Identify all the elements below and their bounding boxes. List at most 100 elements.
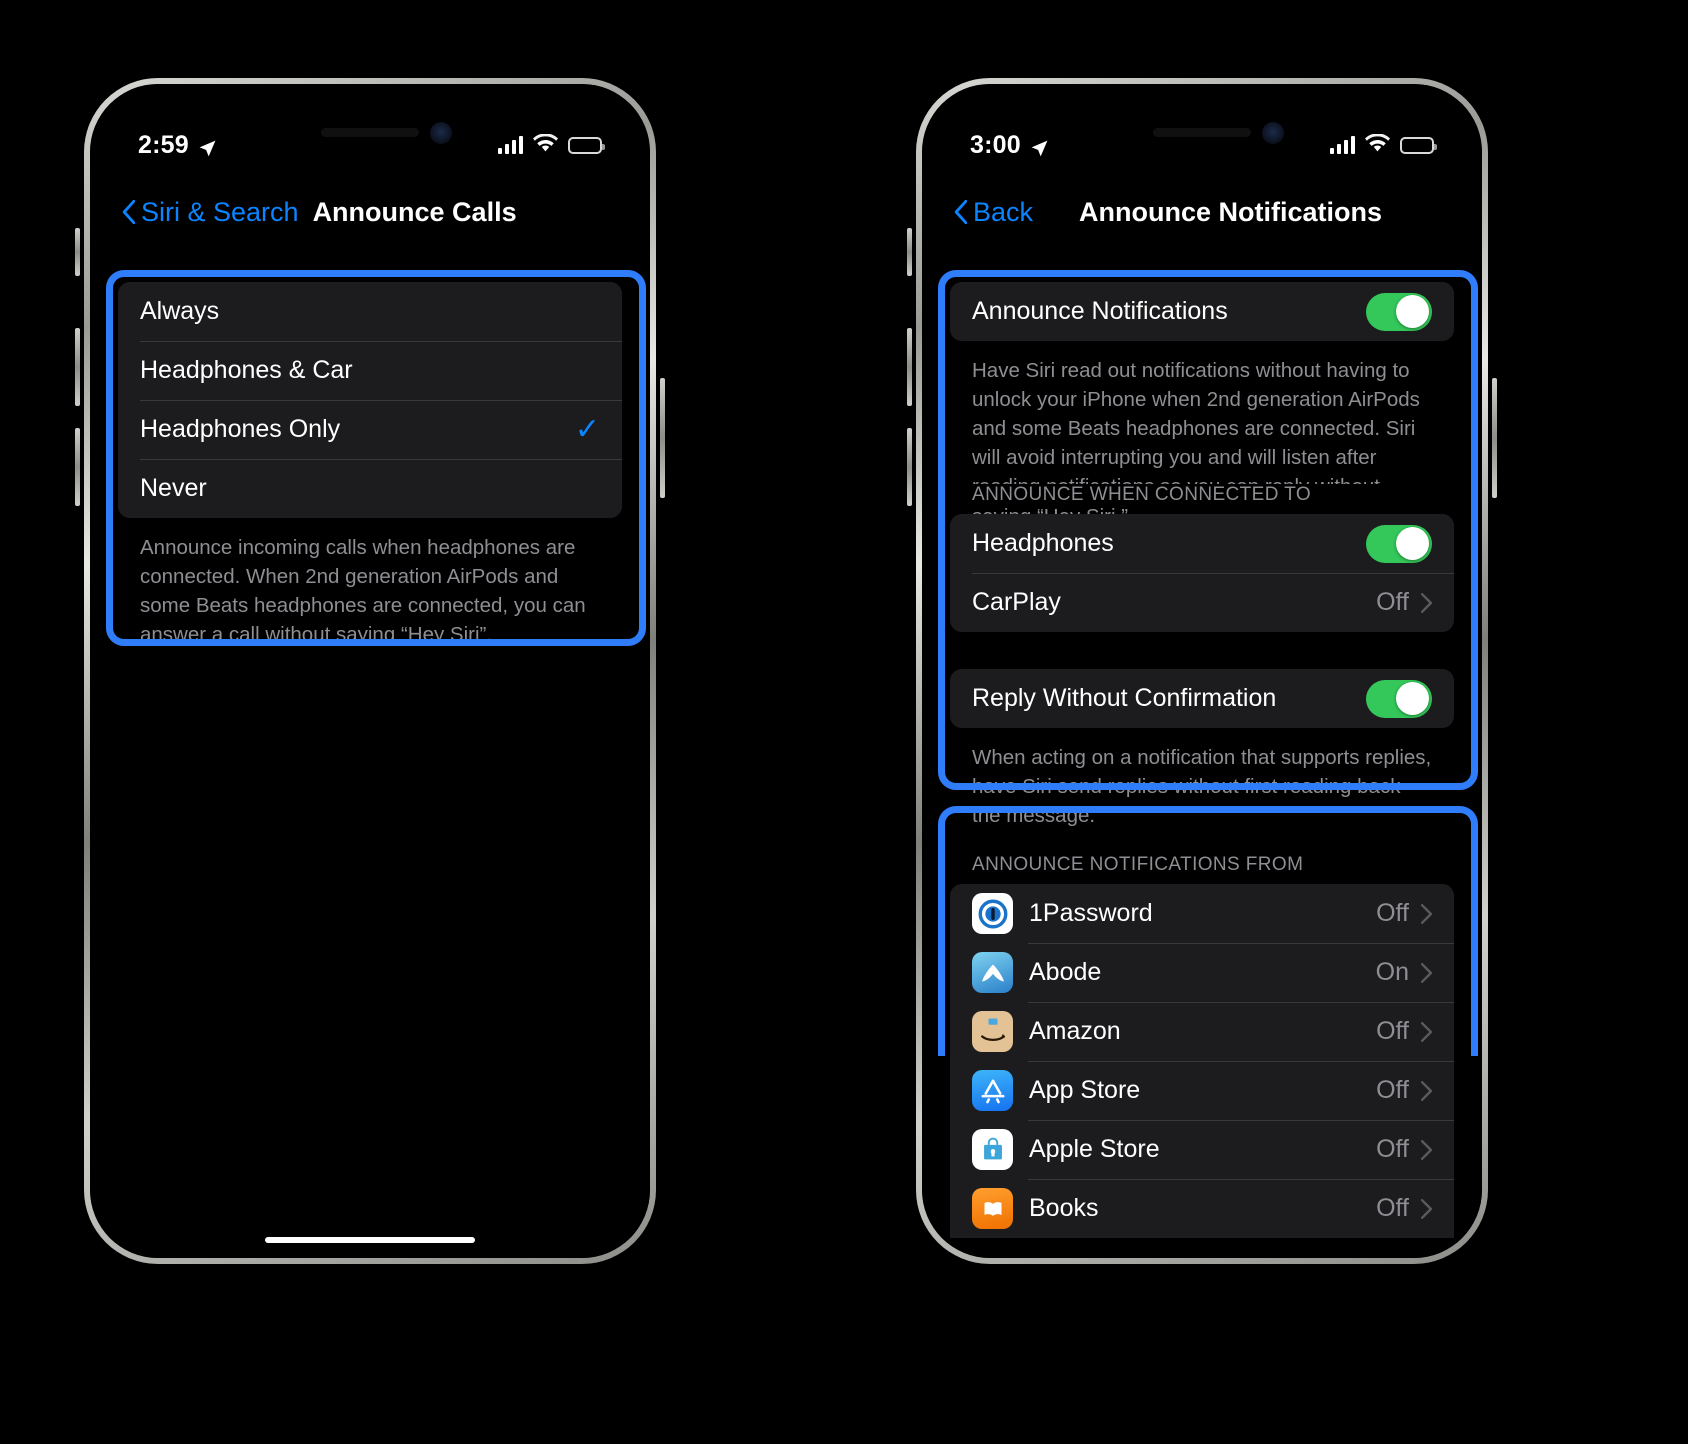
row-label: CarPlay	[972, 588, 1061, 616]
option-row-always[interactable]: Always	[118, 282, 622, 341]
page-title-left: Announce Calls	[312, 196, 517, 227]
mute-switch[interactable]	[907, 228, 912, 276]
status-left-group: 2:59	[138, 131, 217, 160]
app-state-value: On	[1375, 958, 1409, 986]
app-row-abode[interactable]: Abode On	[950, 943, 1454, 1002]
row-label: Reply Without Confirmation	[972, 684, 1277, 712]
app-row-books[interactable]: Books Off	[950, 1179, 1454, 1238]
books-icon	[972, 1188, 1013, 1229]
option-label: Headphones & Car	[140, 356, 353, 384]
row-reply-without-confirmation[interactable]: Reply Without Confirmation	[950, 669, 1454, 728]
status-time: 2:59	[138, 130, 189, 159]
row-label: Announce Notifications	[972, 297, 1228, 325]
volume-down-button[interactable]	[75, 428, 80, 506]
announce-calls-options-group: Always Headphones & Car Headphones Only …	[118, 282, 622, 518]
volume-down-button[interactable]	[907, 428, 912, 506]
cellular-signal-icon	[497, 136, 523, 154]
row-carplay[interactable]: CarPlay Off	[950, 573, 1454, 632]
screenshot-canvas: 2:59 Siri & Search Announce Calls Always…	[0, 0, 1688, 1444]
row-label: Headphones	[972, 529, 1114, 557]
1password-icon	[972, 893, 1013, 934]
status-bar-right: 3:00	[922, 128, 1482, 162]
chevron-right-icon	[1420, 962, 1433, 983]
wifi-icon	[533, 131, 558, 160]
amazon-icon	[972, 1011, 1013, 1052]
volume-up-button[interactable]	[907, 328, 912, 406]
option-row-never[interactable]: Never	[118, 459, 622, 518]
app-state-value: Off	[1376, 1135, 1409, 1163]
volume-up-button[interactable]	[75, 328, 80, 406]
battery-icon	[568, 136, 605, 154]
app-name: 1Password	[1029, 899, 1153, 927]
wifi-icon	[1365, 131, 1390, 160]
option-row-headphones-and-car[interactable]: Headphones & Car	[118, 341, 622, 400]
chevron-left-icon	[122, 199, 136, 225]
left-screen: 2:59 Siri & Search Announce Calls Always…	[90, 84, 650, 1258]
back-button-siri-search[interactable]: Siri & Search	[90, 197, 299, 228]
nav-bar-right: Back Announce Notifications	[922, 184, 1482, 240]
status-right-group	[497, 131, 605, 160]
chevron-right-icon	[1420, 1139, 1433, 1160]
app-row-apple-store[interactable]: Apple Store Off	[950, 1120, 1454, 1179]
option-row-headphones-only[interactable]: Headphones Only ✓	[118, 400, 622, 459]
status-bar-left: 2:59	[90, 128, 650, 162]
app-state-value: Off	[1376, 1194, 1409, 1222]
apps-section-header: ANNOUNCE NOTIFICATIONS FROM	[950, 854, 1454, 876]
chevron-right-icon	[1420, 1080, 1433, 1101]
announce-notifications-group: Announce Notifications	[950, 282, 1454, 341]
app-state-value: Off	[1376, 1076, 1409, 1104]
iphone-right: 3:00 Back Announce Notifications Announc…	[907, 78, 1497, 1264]
chevron-right-icon	[1420, 592, 1433, 613]
row-announce-notifications[interactable]: Announce Notifications	[950, 282, 1454, 341]
mute-switch[interactable]	[75, 228, 80, 276]
power-button[interactable]	[660, 378, 665, 498]
option-label: Never	[140, 474, 207, 502]
nav-bar-left: Siri & Search Announce Calls	[90, 184, 650, 240]
option-label: Headphones Only	[140, 415, 341, 443]
back-button-label: Back	[973, 196, 1034, 227]
status-left-group: 3:00	[970, 131, 1049, 160]
announce-notifications-toggle[interactable]	[1366, 292, 1432, 331]
home-indicator[interactable]	[265, 1237, 475, 1243]
location-arrow-icon	[1030, 136, 1049, 156]
status-right-group	[1329, 131, 1437, 160]
reply-without-confirmation-toggle[interactable]	[1366, 679, 1432, 718]
chevron-right-icon	[1420, 903, 1433, 924]
right-screen: 3:00 Back Announce Notifications Announc…	[922, 84, 1482, 1258]
cellular-signal-icon	[1329, 136, 1355, 154]
page-title-right: Announce Notifications	[1079, 196, 1383, 227]
checkmark-icon: ✓	[574, 413, 600, 446]
announce-calls-footer: Announce incoming calls when headphones …	[118, 519, 622, 668]
back-button[interactable]: Back	[922, 197, 1033, 228]
app-name: Abode	[1029, 958, 1102, 986]
connected-to-group: Headphones CarPlay Off	[950, 514, 1454, 632]
location-arrow-icon	[198, 136, 217, 156]
chevron-left-icon	[954, 199, 968, 225]
headphones-toggle[interactable]	[1366, 524, 1432, 563]
power-button[interactable]	[1492, 378, 1497, 498]
row-value: Off	[1376, 588, 1409, 616]
app-state-value: Off	[1376, 899, 1409, 927]
chevron-right-icon	[1420, 1021, 1433, 1042]
apple-store-icon	[972, 1129, 1013, 1170]
back-button-label: Siri & Search	[141, 196, 299, 227]
chevron-right-icon	[1420, 1198, 1433, 1219]
app-name: Books	[1029, 1194, 1099, 1222]
abode-icon	[972, 952, 1013, 993]
row-headphones[interactable]: Headphones	[950, 514, 1454, 573]
app-row-1password[interactable]: 1Password Off	[950, 884, 1454, 943]
app-row-amazon[interactable]: Amazon Off	[950, 1002, 1454, 1061]
app-state-value: Off	[1376, 1017, 1409, 1045]
app-name: Apple Store	[1029, 1135, 1160, 1163]
battery-icon	[1400, 136, 1437, 154]
iphone-left: 2:59 Siri & Search Announce Calls Always…	[75, 78, 665, 1264]
app-row-app-store[interactable]: App Store Off	[950, 1061, 1454, 1120]
option-label: Always	[140, 297, 220, 325]
reply-without-confirmation-group: Reply Without Confirmation	[950, 669, 1454, 728]
connected-to-section-header: ANNOUNCE WHEN CONNECTED TO	[950, 484, 1454, 506]
app-name: Amazon	[1029, 1017, 1121, 1045]
status-time: 3:00	[970, 130, 1021, 159]
apps-group: 1Password Off Abode On Amazon Off App St…	[950, 884, 1454, 1238]
app-store-icon	[972, 1070, 1013, 1111]
reply-without-confirmation-footer: When acting on a notification that suppo…	[950, 729, 1454, 849]
